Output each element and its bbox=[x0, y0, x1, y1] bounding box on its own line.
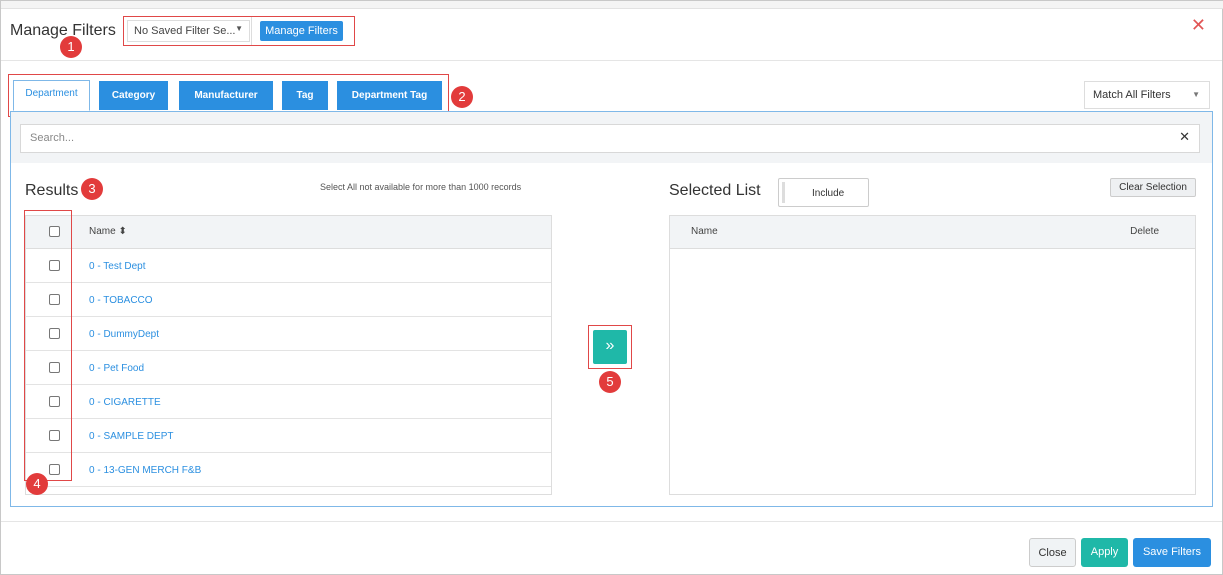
match-filters-select[interactable]: Match All Filters ▼ bbox=[1084, 81, 1210, 109]
search-input[interactable]: Search... bbox=[20, 124, 1200, 153]
saved-filter-value: No Saved Filter Se... bbox=[134, 25, 236, 37]
table-row: 0 - TOBACCO bbox=[26, 283, 551, 317]
caret-down-icon: ▼ bbox=[235, 24, 243, 33]
table-row: 0 - SAMPLE DEPT bbox=[26, 419, 551, 453]
save-filters-button[interactable]: Save Filters bbox=[1133, 538, 1211, 567]
clear-selection-button[interactable]: Clear Selection bbox=[1110, 178, 1196, 197]
select-all-note: Select All not available for more than 1… bbox=[320, 182, 522, 192]
row-checkbox[interactable] bbox=[49, 328, 60, 339]
manage-filters-modal: Manage Filters No Saved Filter Se... ▼ M… bbox=[0, 0, 1223, 575]
saved-filter-group: No Saved Filter Se... ▼ Manage Filters bbox=[123, 16, 355, 46]
name-column-header[interactable]: Name ⬍ bbox=[89, 226, 127, 237]
search-bar: Search... ✕ bbox=[11, 112, 1212, 163]
divider bbox=[251, 17, 252, 45]
callout-badge-3: 3 bbox=[81, 178, 103, 200]
move-to-selected-button[interactable]: » bbox=[593, 330, 627, 364]
row-checkbox[interactable] bbox=[49, 464, 60, 475]
tab-category[interactable]: Category bbox=[99, 81, 168, 110]
row-name-link[interactable]: 0 - Test Dept bbox=[89, 261, 146, 272]
tab-department[interactable]: Department bbox=[13, 80, 90, 111]
selected-name-column-header: Name bbox=[691, 226, 718, 237]
delete-column-header: Delete bbox=[1130, 226, 1159, 237]
toggle-knob bbox=[782, 182, 785, 203]
results-table: Name ⬍ 0 - Test Dept 0 - TOBACCO 0 - Dum… bbox=[25, 215, 552, 495]
row-checkbox[interactable] bbox=[49, 294, 60, 305]
modal-header: Manage Filters No Saved Filter Se... ▼ M… bbox=[1, 9, 1222, 61]
callout-badge-5: 5 bbox=[599, 371, 621, 393]
saved-filter-select[interactable]: No Saved Filter Se... ▼ bbox=[127, 20, 250, 42]
tab-manufacturer[interactable]: Manufacturer bbox=[179, 81, 273, 110]
modal-title: Manage Filters bbox=[10, 22, 116, 39]
transfer-highlight: » bbox=[588, 325, 632, 369]
results-table-header: Name ⬍ bbox=[26, 216, 551, 249]
match-filters-value: Match All Filters bbox=[1093, 89, 1171, 101]
top-strip bbox=[1, 1, 1223, 9]
table-row: 0 - Pet Food bbox=[26, 351, 551, 385]
row-name-link[interactable]: 0 - SAMPLE DEPT bbox=[89, 431, 173, 442]
table-row: 0 - CIGARETTE bbox=[26, 385, 551, 419]
row-checkbox[interactable] bbox=[49, 396, 60, 407]
tab-tag[interactable]: Tag bbox=[282, 81, 328, 110]
callout-badge-4: 4 bbox=[26, 473, 48, 495]
row-name-link[interactable]: 0 - CIGARETTE bbox=[89, 397, 161, 408]
tab-department-tag[interactable]: Department Tag bbox=[337, 81, 442, 110]
modal-footer: Close Apply Save Filters bbox=[1, 521, 1222, 574]
close-button[interactable]: Close bbox=[1029, 538, 1076, 567]
select-all-checkbox[interactable] bbox=[49, 226, 60, 237]
filter-panel: Search... ✕ Results Select All not avail… bbox=[10, 111, 1213, 507]
clear-search-icon[interactable]: ✕ bbox=[1179, 129, 1190, 145]
search-placeholder: Search... bbox=[30, 132, 75, 144]
table-row: 0 - DummyDept bbox=[26, 317, 551, 351]
row-name-link[interactable]: 0 - Pet Food bbox=[89, 363, 144, 374]
row-name-link[interactable]: 0 - TOBACCO bbox=[89, 295, 153, 306]
selected-list-title: Selected List bbox=[669, 182, 761, 199]
include-label: Include bbox=[812, 188, 845, 199]
table-row: 0 - 13-GEN MERCH F&B bbox=[26, 453, 551, 487]
caret-down-icon: ▼ bbox=[1192, 90, 1200, 99]
callout-badge-1: 1 bbox=[60, 36, 82, 58]
close-icon[interactable]: ✕ bbox=[1191, 15, 1206, 36]
results-title: Results bbox=[25, 182, 79, 199]
manage-filters-button[interactable]: Manage Filters bbox=[260, 21, 343, 41]
selected-table-header: Name Delete bbox=[670, 216, 1195, 249]
apply-button[interactable]: Apply bbox=[1081, 538, 1128, 567]
callout-badge-2: 2 bbox=[451, 86, 473, 108]
table-row: 0 - Test Dept bbox=[26, 249, 551, 283]
row-name-link[interactable]: 0 - 13-GEN MERCH F&B bbox=[89, 465, 201, 476]
row-checkbox[interactable] bbox=[49, 362, 60, 373]
row-checkbox[interactable] bbox=[49, 260, 60, 271]
selected-table: Name Delete bbox=[669, 215, 1196, 495]
row-name-link[interactable]: 0 - DummyDept bbox=[89, 329, 159, 340]
row-checkbox[interactable] bbox=[49, 430, 60, 441]
include-toggle[interactable]: Include bbox=[778, 178, 869, 207]
